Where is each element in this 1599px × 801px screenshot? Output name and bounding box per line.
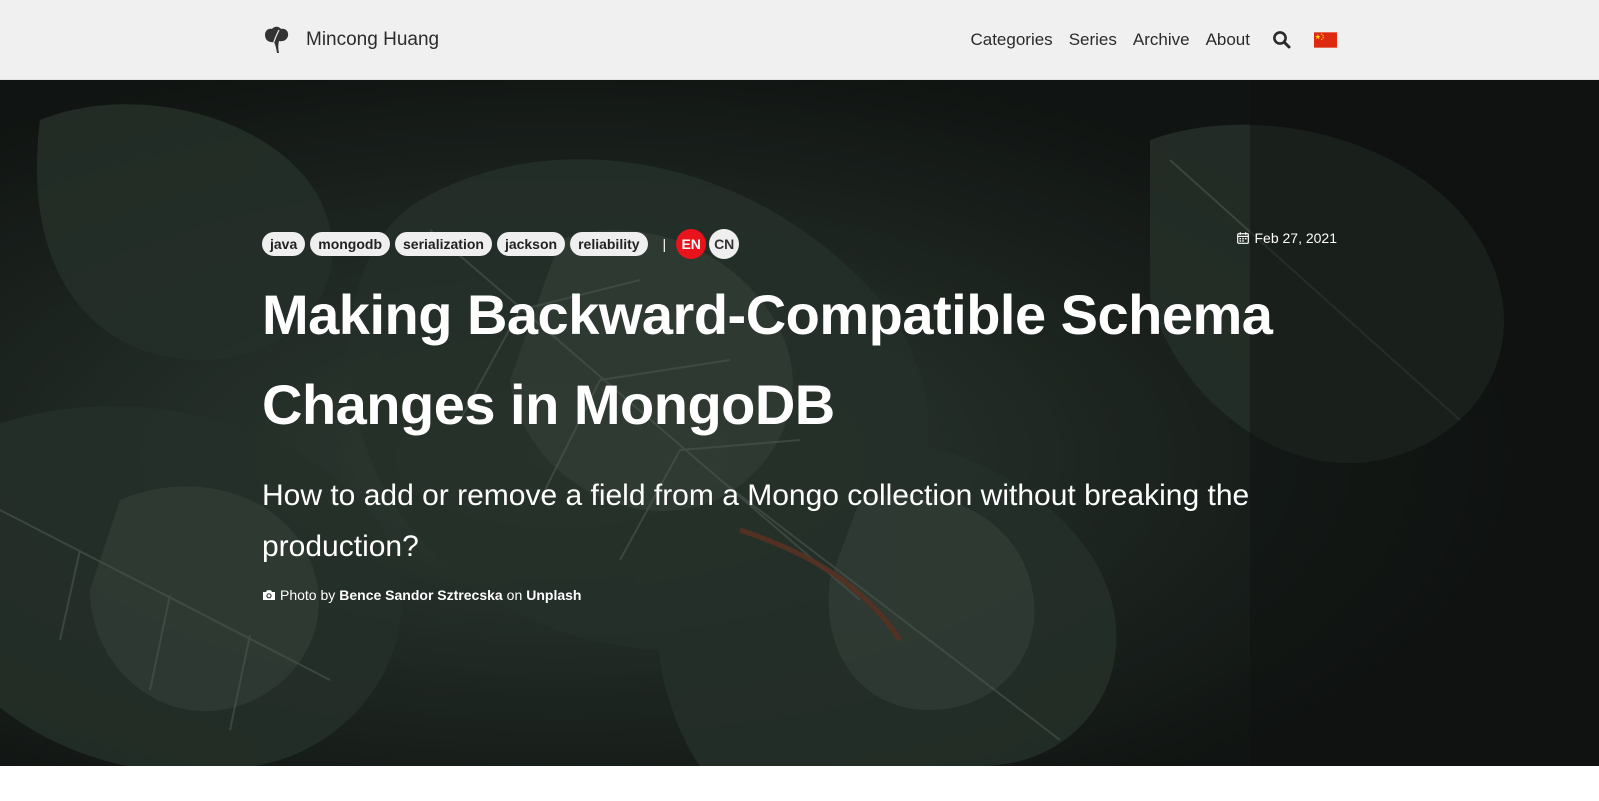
- nav-link-series[interactable]: Series: [1069, 30, 1117, 50]
- post-meta-row: java mongodb serialization jackson relia…: [262, 228, 1337, 260]
- tag-list: java mongodb serialization jackson relia…: [262, 228, 742, 260]
- language-en-button[interactable]: EN: [676, 229, 707, 259]
- language-cn-button[interactable]: CN: [709, 229, 740, 259]
- camera-icon: [263, 590, 275, 600]
- china-flag-icon[interactable]: [1314, 31, 1337, 49]
- photo-credit: Photo by Bence Sandor Sztrecska on Unpla…: [262, 585, 581, 605]
- photo-credit-prefix: Photo by: [280, 587, 336, 603]
- tag-mongodb[interactable]: mongodb: [310, 232, 391, 256]
- photo-credit-middle: on: [506, 587, 523, 603]
- search-icon[interactable]: [1272, 30, 1292, 50]
- brand-name: Mincong Huang: [306, 29, 440, 50]
- post-date: Feb 27, 2021: [1237, 228, 1337, 248]
- post-title: Making Backward-Compatible Schema Change…: [262, 283, 1273, 436]
- calendar-icon: [1237, 232, 1250, 244]
- post-date-text: Feb 27, 2021: [1254, 230, 1337, 246]
- top-navbar: Mincong Huang Categories Series Archive …: [0, 0, 1599, 80]
- meta-separator: |: [662, 236, 667, 252]
- tag-java[interactable]: java: [262, 232, 306, 256]
- post-hero: java mongodb serialization jackson relia…: [0, 80, 1599, 766]
- post-subtitle: How to add or remove a field from a Mong…: [262, 479, 1250, 563]
- photo-source-link[interactable]: Unplash: [526, 587, 581, 603]
- nav-link-about[interactable]: About: [1206, 30, 1250, 50]
- main-nav: Categories Series Archive About: [970, 26, 1337, 54]
- ginkgo-leaf-logo-icon: [265, 26, 289, 53]
- tag-reliability[interactable]: reliability: [570, 232, 648, 256]
- brand-link[interactable]: Mincong Huang: [262, 24, 439, 56]
- nav-link-categories[interactable]: Categories: [970, 30, 1052, 50]
- tag-jackson[interactable]: jackson: [496, 232, 566, 256]
- nav-link-archive[interactable]: Archive: [1133, 30, 1190, 50]
- photo-author-link[interactable]: Bence Sandor Sztrecska: [339, 587, 502, 603]
- tag-serialization[interactable]: serialization: [395, 232, 492, 256]
